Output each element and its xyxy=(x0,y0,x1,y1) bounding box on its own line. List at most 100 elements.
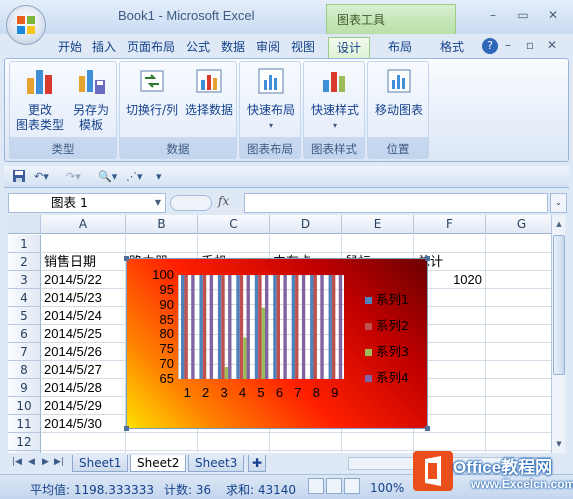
chart-resize-handle[interactable] xyxy=(124,426,129,431)
row-header[interactable]: 5 xyxy=(8,307,41,325)
cell-a11[interactable]: 2014/5/30 xyxy=(41,415,126,433)
change-chart-type-button[interactable]: 更改 图表类型 xyxy=(14,66,66,133)
formula-input[interactable] xyxy=(244,193,548,213)
column-header-a[interactable]: A xyxy=(41,215,126,234)
row-header[interactable]: 9 xyxy=(8,379,41,397)
save-icon[interactable] xyxy=(12,169,26,185)
cell-c1[interactable] xyxy=(198,235,270,253)
sheet-tab-sheet2[interactable]: Sheet2 xyxy=(130,455,187,472)
close-button[interactable]: ✕ xyxy=(540,6,566,24)
chart-resize-handle[interactable] xyxy=(425,426,430,431)
plot-area[interactable] xyxy=(177,274,344,380)
row-header[interactable]: 7 xyxy=(8,343,41,361)
cell-a5[interactable]: 2014/5/24 xyxy=(41,307,126,325)
zoom-level[interactable]: 100% xyxy=(370,481,404,495)
cell-e13[interactable] xyxy=(342,451,414,453)
tab-page-layout[interactable]: 页面布局 xyxy=(123,37,179,58)
legend-item[interactable]: 系列4 xyxy=(365,367,409,386)
cell-a6[interactable]: 2014/5/25 xyxy=(41,325,126,343)
row-header[interactable]: 13 xyxy=(8,451,41,453)
cell-g10[interactable] xyxy=(486,397,551,415)
cell-g8[interactable] xyxy=(486,361,551,379)
sheet-tab-sheet3[interactable]: Sheet3 xyxy=(188,455,245,472)
cell-f1[interactable] xyxy=(414,235,486,253)
cell-a12[interactable] xyxy=(41,433,126,451)
sheet-tab-sheet1[interactable]: Sheet1 xyxy=(72,455,129,472)
switch-row-column-button[interactable]: 切换行/列 xyxy=(122,66,182,118)
column-header-g[interactable]: G xyxy=(486,215,551,234)
row-header[interactable]: 10 xyxy=(8,397,41,415)
office-button[interactable] xyxy=(6,5,46,45)
cell-e1[interactable] xyxy=(342,235,414,253)
chart-resize-handle[interactable] xyxy=(124,256,129,261)
cell-g9[interactable] xyxy=(486,379,551,397)
first-sheet-icon[interactable]: |◀ xyxy=(12,457,22,467)
redo-icon[interactable]: ↷▾ xyxy=(66,169,81,185)
chart-elements-icon[interactable]: ⋰▾ xyxy=(126,169,143,185)
cell-d12[interactable] xyxy=(270,433,342,451)
column-header-f[interactable]: F xyxy=(414,215,486,234)
cell-g11[interactable] xyxy=(486,415,551,433)
cell-g1[interactable] xyxy=(486,235,551,253)
scroll-up-icon[interactable]: ▲ xyxy=(553,217,565,231)
column-header-b[interactable]: B xyxy=(126,215,198,234)
insert-sheet-icon[interactable]: ✚ xyxy=(248,455,267,472)
help-icon[interactable]: ? xyxy=(482,38,498,54)
legend-item[interactable]: 系列1 xyxy=(365,289,409,308)
row-header[interactable]: 3 xyxy=(8,271,41,289)
tab-design[interactable]: 设计 xyxy=(328,37,370,58)
minimize-button[interactable]: – xyxy=(480,6,506,24)
vertical-scroll-thumb[interactable] xyxy=(553,235,565,375)
tab-layout[interactable]: 布局 xyxy=(384,37,416,58)
chart-object[interactable]: 100 95 90 85 80 75 70 65 123456789 系列1 系列2 系列3 系列4 xyxy=(124,256,430,431)
cell-e12[interactable] xyxy=(342,433,414,451)
cell-g4[interactable] xyxy=(486,289,551,307)
cell-g6[interactable] xyxy=(486,325,551,343)
cell-c12[interactable] xyxy=(198,433,270,451)
row-header[interactable]: 12 xyxy=(8,433,41,451)
row-header[interactable]: 1 xyxy=(8,235,41,253)
cell-a9[interactable]: 2014/5/28 xyxy=(41,379,126,397)
column-header-d[interactable]: D xyxy=(270,215,342,234)
row-header[interactable]: 2 xyxy=(8,253,41,271)
row-header[interactable]: 4 xyxy=(8,289,41,307)
cell-g2[interactable] xyxy=(486,253,551,271)
workbook-close-icon[interactable]: ✕ xyxy=(544,36,560,54)
legend-item[interactable]: 系列2 xyxy=(365,315,409,334)
select-data-button[interactable]: 选择数据 xyxy=(182,66,236,118)
tab-format[interactable]: 格式 xyxy=(436,37,468,58)
next-sheet-icon[interactable]: ▶ xyxy=(42,457,49,467)
prev-sheet-icon[interactable]: ◀ xyxy=(28,457,35,467)
cell-d13[interactable] xyxy=(270,451,342,453)
quick-style-button[interactable]: 快速样式 ▾ xyxy=(308,66,362,133)
cell-g5[interactable] xyxy=(486,307,551,325)
cell-g3[interactable] xyxy=(486,271,551,289)
normal-view-icon[interactable] xyxy=(308,478,324,494)
workbook-restore-icon[interactable]: ▫ xyxy=(522,36,538,54)
undo-icon[interactable]: ↶▾ xyxy=(34,169,49,185)
row-header[interactable]: 6 xyxy=(8,325,41,343)
select-all-corner[interactable] xyxy=(8,215,41,234)
tab-data[interactable]: 数据 xyxy=(217,37,249,58)
cell-b12[interactable] xyxy=(126,433,198,451)
save-as-template-button[interactable]: 另存为 模板 xyxy=(68,66,114,133)
vertical-scrollbar[interactable]: ▲ ▼ xyxy=(551,215,565,453)
cell-a10[interactable]: 2014/5/29 xyxy=(41,397,126,415)
cell-d1[interactable] xyxy=(270,235,342,253)
tab-home[interactable]: 开始 xyxy=(54,37,86,58)
name-box[interactable]: 图表 1 ▼ xyxy=(8,193,166,213)
expand-formula-bar-button[interactable]: ⌄ xyxy=(550,193,567,213)
tab-review[interactable]: 审阅 xyxy=(252,37,284,58)
legend-item[interactable]: 系列3 xyxy=(365,341,409,360)
cell-a7[interactable]: 2014/5/26 xyxy=(41,343,126,361)
chart-resize-handle[interactable] xyxy=(425,256,430,261)
insert-function-icon[interactable]: fx xyxy=(218,194,229,208)
last-sheet-icon[interactable]: ▶| xyxy=(54,457,64,467)
cell-g12[interactable] xyxy=(486,433,551,451)
cell-b1[interactable] xyxy=(126,235,198,253)
tab-formulas[interactable]: 公式 xyxy=(182,37,214,58)
page-break-view-icon[interactable] xyxy=(344,478,360,494)
move-chart-button[interactable]: 移动图表 xyxy=(372,66,426,118)
quick-layout-button[interactable]: 快速布局 ▾ xyxy=(244,66,298,133)
cell-a8[interactable]: 2014/5/27 xyxy=(41,361,126,379)
